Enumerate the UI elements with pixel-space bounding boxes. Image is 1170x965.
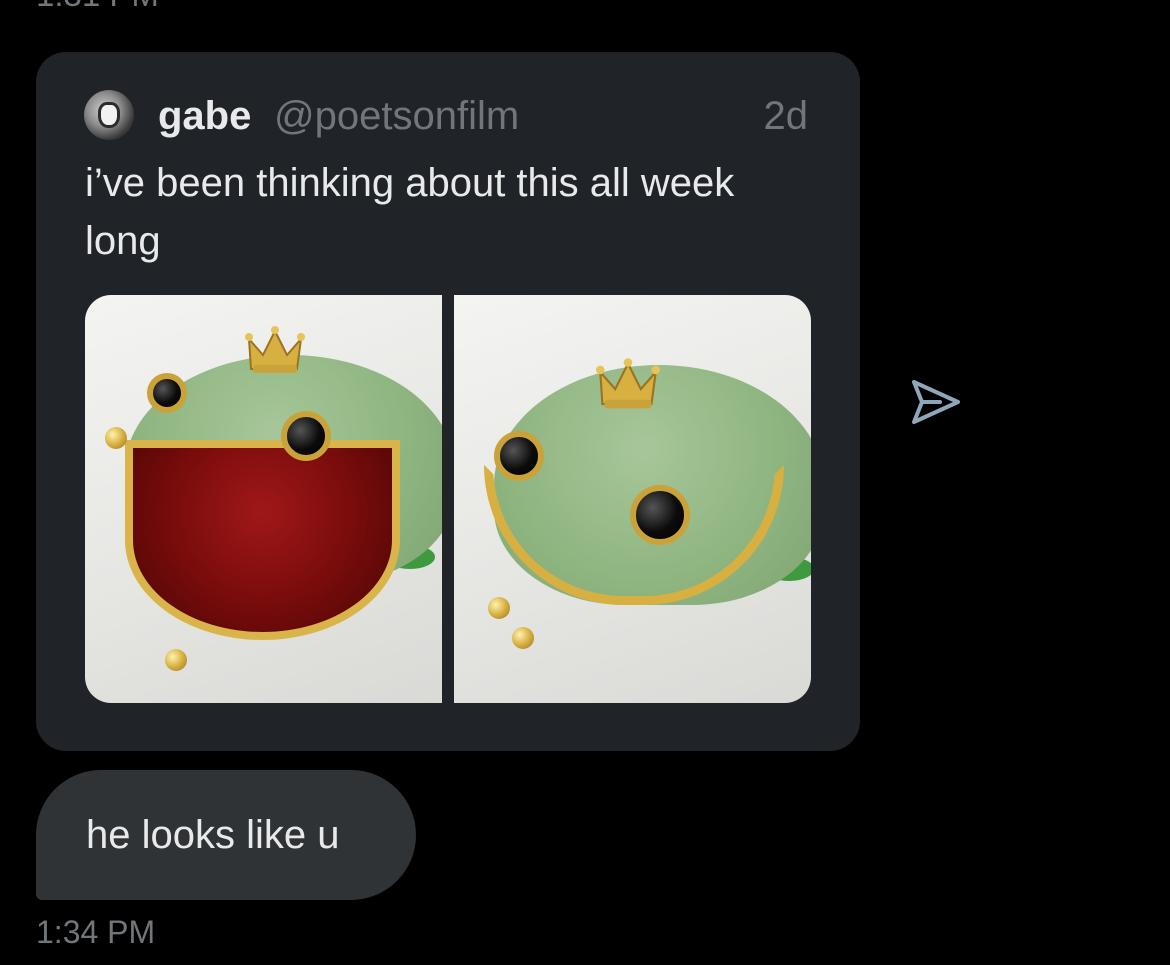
author-name[interactable]: gabe	[158, 92, 251, 140]
frog-eye-left	[147, 373, 187, 413]
message-timestamp: 1:34 PM	[36, 914, 156, 950]
author-avatar[interactable]	[84, 90, 134, 140]
frog-eye-right	[281, 411, 331, 461]
author-handle[interactable]: @poetsonfilm	[274, 92, 519, 140]
tweet-photo-2[interactable]	[454, 295, 811, 703]
clasp-ball	[105, 427, 127, 449]
crown-icon	[245, 326, 305, 373]
send-arrow-icon[interactable]	[906, 374, 964, 432]
message-text: he looks like u	[86, 813, 340, 857]
frog-mouth	[125, 440, 400, 640]
clasp-ball	[165, 649, 187, 671]
clasp-ball	[488, 597, 510, 619]
message-bubble[interactable]: he looks like u	[36, 770, 416, 900]
frog-eye-right	[630, 485, 690, 545]
avatar-image-detail	[98, 102, 120, 128]
tweet-age: 2d	[763, 94, 809, 138]
tweet-photo-1[interactable]	[85, 295, 442, 703]
previous-message-timestamp: 1:31 PM	[36, 0, 159, 14]
tweet-media-grid	[85, 295, 811, 703]
frog-eye-left	[494, 431, 544, 481]
tweet-text: i’ve been thinking about this all week l…	[85, 161, 735, 263]
shared-tweet-card[interactable]: gabe @poetsonfilm 2d i’ve been thinking …	[36, 52, 860, 751]
crown-icon	[596, 358, 660, 409]
clasp-ball	[512, 627, 534, 649]
